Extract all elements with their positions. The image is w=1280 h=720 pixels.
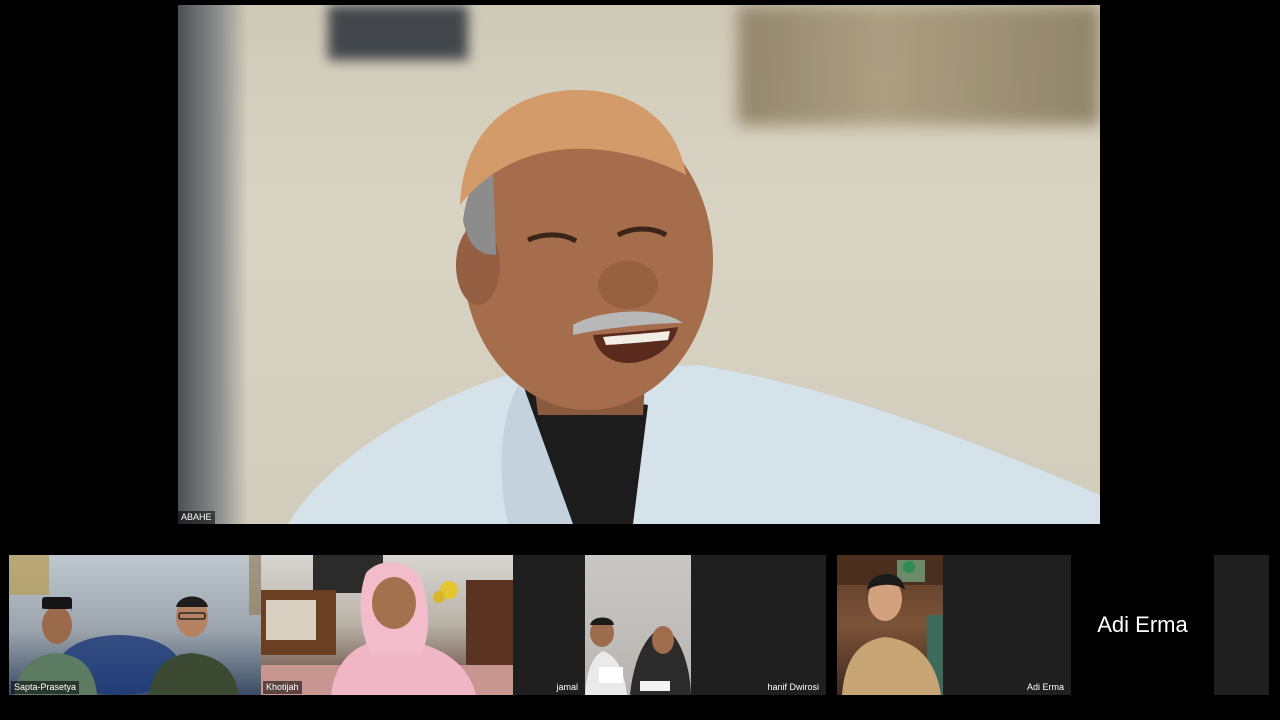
participant-name-tag: hanif Dwirosi [767, 682, 819, 692]
participant-name-tag: Khotijah [263, 681, 302, 694]
participant-tile[interactable]: jamal [513, 555, 585, 695]
participant-tile-camera-off[interactable]: Adi Erma [1071, 555, 1214, 695]
speaker-figure [288, 90, 1100, 524]
participant-tile[interactable] [585, 555, 691, 695]
participant-tile[interactable] [837, 555, 943, 695]
participant-display-name: Adi Erma [1097, 612, 1188, 637]
participant-video [9, 555, 261, 695]
video-meeting-gallery: ABAHE Sapta-Prasetya Khotijah jamal hani… [0, 0, 1280, 720]
participant-name-tag: Adi Erma [1026, 682, 1064, 692]
speaker-name-tag: ABAHE [178, 511, 215, 524]
participant-tile[interactable] [1214, 555, 1269, 695]
active-speaker-video[interactable]: ABAHE [178, 5, 1100, 524]
participant-tile[interactable]: Adi Erma [943, 555, 1071, 695]
participant-name-tag: jamal [556, 682, 578, 692]
participant-video [585, 617, 691, 695]
participant-tile[interactable]: hanif Dwirosi [691, 555, 826, 695]
participant-tile[interactable]: Khotijah [261, 555, 513, 695]
participant-video [261, 555, 513, 695]
participant-name-tag: Sapta-Prasetya [11, 681, 80, 694]
participant-video [837, 555, 943, 695]
participant-tile[interactable]: Sapta-Prasetya [9, 555, 261, 695]
